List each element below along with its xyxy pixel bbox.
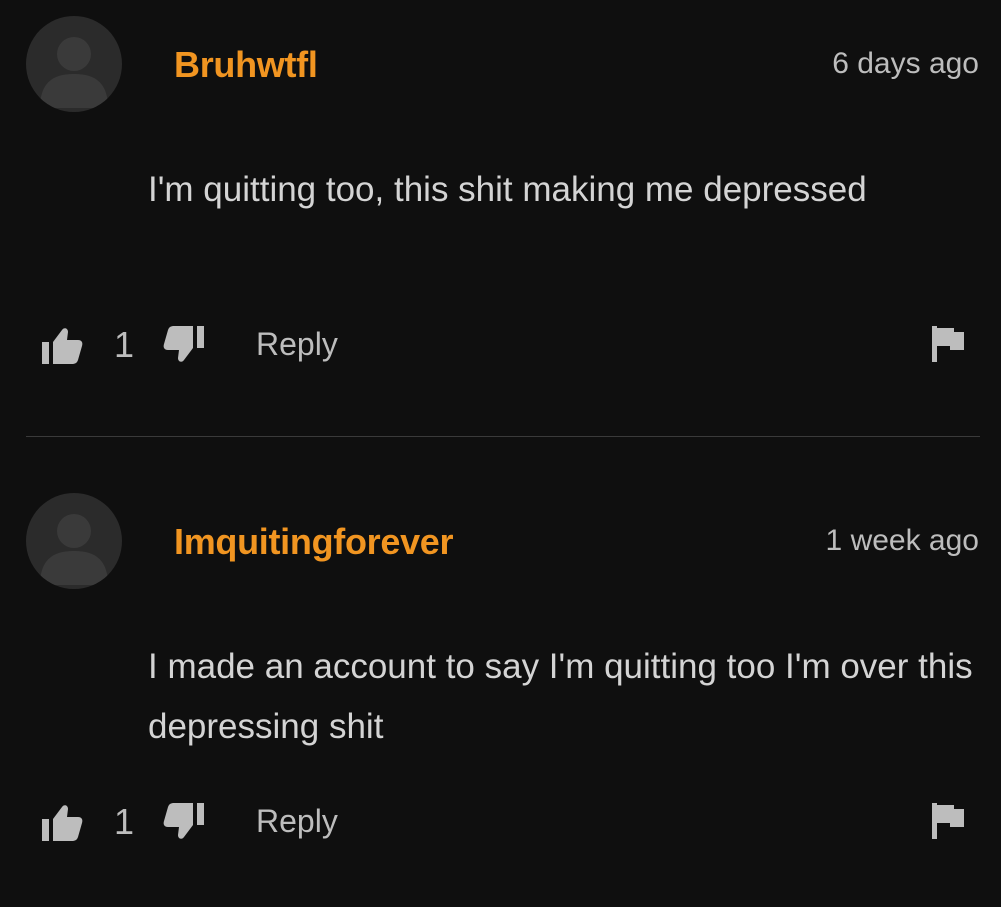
comment-username[interactable]: Imquitingforever (174, 521, 454, 563)
avatar[interactable] (26, 16, 122, 112)
comment: Bruhwtfl 6 days ago I'm quitting too, th… (0, 0, 1001, 437)
comment-timestamp: 6 days ago (832, 47, 979, 80)
comment-divider (26, 436, 980, 437)
thumbs-down-icon[interactable] (162, 324, 206, 364)
thumbs-up-icon[interactable] (40, 326, 84, 366)
like-count: 1 (114, 324, 135, 365)
comment-actions: 1 Reply (0, 318, 1001, 374)
comment-actions: 1 Reply (0, 795, 1001, 851)
comment-timestamp: 1 week ago (825, 524, 979, 557)
comment-username[interactable]: Bruhwtfl (174, 44, 318, 86)
thumbs-up-icon[interactable] (40, 803, 84, 843)
user-placeholder-icon (40, 514, 108, 585)
comment-text: I made an account to say I'm quitting to… (148, 647, 973, 746)
reply-button[interactable]: Reply (256, 326, 338, 363)
user-placeholder-icon (40, 37, 108, 108)
thumbs-down-icon[interactable] (162, 801, 206, 841)
reply-button[interactable]: Reply (256, 803, 338, 840)
comment: Imquitingforever 1 week ago I made an ac… (0, 477, 1001, 907)
flag-icon[interactable] (930, 801, 966, 841)
comment-text: I'm quitting too, this shit making me de… (148, 170, 867, 209)
like-count: 1 (114, 801, 135, 842)
flag-icon[interactable] (930, 324, 966, 364)
avatar[interactable] (26, 493, 122, 589)
